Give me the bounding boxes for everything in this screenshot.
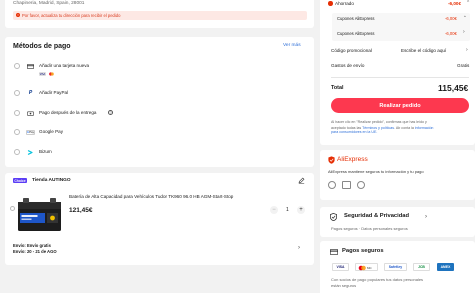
promo-input[interactable]: Escribe el código aquí bbox=[401, 48, 446, 54]
visa-logo: VISA bbox=[39, 72, 46, 76]
total-value: 115,45€ bbox=[438, 83, 469, 93]
jcb-logo: JCB bbox=[413, 263, 430, 271]
shipping-dates: Envío: 20 - 21 de AGO bbox=[13, 249, 57, 254]
place-order-button[interactable]: Realizar pedido bbox=[331, 98, 469, 113]
secure-payments-desc-1: Con socios de pago populares tus datos p… bbox=[331, 277, 424, 282]
visa-logo: VISA bbox=[332, 263, 349, 271]
product-price: 121,45€ bbox=[69, 207, 93, 214]
product-checkbox[interactable] bbox=[10, 206, 15, 211]
pci-badge-icon bbox=[342, 181, 351, 189]
radio-google-pay[interactable] bbox=[14, 129, 20, 135]
shield-icon bbox=[330, 213, 337, 222]
product-image[interactable] bbox=[17, 195, 62, 233]
choice-badge: Choice bbox=[13, 178, 27, 183]
savings-icon bbox=[328, 1, 333, 6]
radio-paypal[interactable] bbox=[14, 90, 20, 96]
terms-text: . Ab conta la bbox=[394, 126, 414, 130]
chevron-up-icon[interactable]: ⌃ bbox=[463, 15, 467, 21]
amex-logo: AMEX bbox=[437, 263, 454, 271]
info-link[interactable]: información bbox=[415, 126, 434, 130]
order-summary-card: Ahorrado -6,00€ ⌃ Cupones AliExpress -6,… bbox=[320, 0, 475, 145]
payment-method-bizum[interactable]: Bizum bbox=[5, 147, 314, 157]
address-card: Chapineria, Madrid, Spain, 28001 ! Por f… bbox=[5, 0, 314, 28]
payment-method-card[interactable]: Añadir una tarjeta nueva VISA bbox=[5, 61, 314, 79]
shipping-cost-row: Gastos de envío Gratis bbox=[320, 62, 475, 71]
place-order-label: Realizar pedido bbox=[379, 102, 421, 109]
radio-pay-later[interactable] bbox=[14, 110, 20, 116]
google-pay-icon: G Pay bbox=[26, 129, 35, 135]
mastercard-logo: MC bbox=[355, 263, 378, 271]
payment-method-google-pay[interactable]: G Pay Google Pay bbox=[5, 127, 314, 137]
payment-method-label: Añadir una tarjeta nueva bbox=[39, 63, 90, 68]
secure-payments-title: Pagos seguros bbox=[342, 248, 384, 254]
quantity-stepper: − 1 + bbox=[270, 206, 306, 215]
consumer-info-link[interactable]: para consumidores en la UE. bbox=[331, 130, 377, 135]
credit-card-icon bbox=[27, 63, 34, 69]
credit-card-icon bbox=[330, 249, 339, 256]
secure-payments-card: Pagos seguros VISA MC SafeKey JCB AMEX C… bbox=[320, 241, 475, 293]
savings-row[interactable]: Ahorrado -6,00€ ⌃ bbox=[320, 0, 475, 8]
quantity-value[interactable]: 1 bbox=[286, 207, 289, 213]
payment-methods-title: Métodos de pago bbox=[13, 43, 71, 50]
address-line: Chapineria, Madrid, Spain, 28001 bbox=[13, 1, 85, 6]
chevron-right-icon[interactable]: › bbox=[425, 214, 427, 220]
aliexpress-logo: AliExpress bbox=[337, 156, 368, 163]
payment-method-label: Google Pay bbox=[39, 129, 64, 134]
chevron-up-icon[interactable]: ⌃ bbox=[466, 0, 470, 6]
bizum-icon bbox=[27, 149, 34, 155]
shipping-free: Envío: Envío gratis bbox=[13, 243, 51, 248]
total-label: Total bbox=[331, 85, 344, 91]
payment-method-paypal[interactable]: P Añadir PayPal bbox=[5, 88, 314, 98]
store-name[interactable]: Tienda AUTINGO bbox=[32, 178, 71, 184]
divider bbox=[331, 77, 469, 78]
store-card: Choice Tienda AUTINGO Batería de Alta Ca… bbox=[5, 173, 314, 265]
coupon-label: Cupones AliExpress bbox=[337, 31, 375, 36]
payment-method-label: Añadir PayPal bbox=[39, 90, 69, 95]
shipping-cost-label: Gastos de envío bbox=[331, 63, 365, 68]
mastercard-text: MC bbox=[367, 266, 372, 271]
terms-line-1: Al hacer clic en "Realizar pedido", conf… bbox=[331, 120, 427, 124]
payment-method-label: Pago después de la entrega bbox=[39, 110, 97, 115]
aliexpress-shield-icon bbox=[328, 156, 335, 164]
warning-icon: ! bbox=[16, 13, 20, 18]
payment-methods-card: Métodos de pago Ver más Añadir una tarje… bbox=[5, 37, 314, 167]
radio-bizum[interactable] bbox=[14, 149, 20, 155]
shipping-cost-value: Gratis bbox=[457, 63, 470, 68]
payment-protection-icon bbox=[328, 181, 336, 189]
product-title[interactable]: Batería de Alta Capacidad para Vehículos… bbox=[69, 194, 233, 200]
promo-code-row[interactable]: Código promocional Escribe el código aqu… bbox=[320, 47, 475, 56]
pay-later-icon bbox=[27, 111, 34, 116]
address-warning[interactable]: ! Por favor, actualiza tu dirección para… bbox=[13, 11, 307, 20]
paypal-icon: P bbox=[28, 90, 33, 96]
mastercard-logo bbox=[48, 72, 55, 76]
increase-button[interactable]: + bbox=[297, 206, 305, 214]
trust-card: AliExpress AliExpress mantiene seguros t… bbox=[320, 150, 475, 200]
security-subtitle: Pagos seguros · Datos personales seguros bbox=[331, 226, 408, 231]
security-card[interactable]: Seguridad & Privacidad › Pagos seguros ·… bbox=[320, 207, 475, 237]
coupon-value: -6,00€ bbox=[445, 16, 457, 21]
savings-value: -6,00€ bbox=[448, 0, 462, 6]
payment-method-label: Bizum bbox=[39, 149, 52, 154]
radio-card[interactable] bbox=[14, 63, 20, 69]
global-sign-icon bbox=[357, 181, 365, 189]
chevron-right-icon[interactable]: › bbox=[298, 245, 300, 251]
see-more-link[interactable]: Ver más bbox=[283, 43, 301, 49]
trust-tagline: AliExpress mantiene seguros tu informaci… bbox=[328, 169, 424, 174]
edit-icon[interactable] bbox=[298, 177, 305, 184]
safekey-logo: SafeKey bbox=[384, 263, 407, 271]
secure-payments-desc-2: están seguros bbox=[331, 282, 357, 288]
coupon-box: Cupones AliExpress -6,00€ ⌃ Cupones AliE… bbox=[332, 13, 470, 41]
info-icon[interactable]: ? bbox=[108, 110, 113, 116]
chevron-right-icon[interactable]: › bbox=[463, 30, 465, 35]
chevron-right-icon[interactable]: › bbox=[466, 48, 468, 53]
savings-label: Ahorrado bbox=[335, 0, 354, 6]
coupon-label: Cupones AliExpress bbox=[337, 16, 375, 21]
address-warning-text: Por favor, actualiza tu dirección para r… bbox=[22, 12, 121, 18]
coupon-value: -6,00€ bbox=[445, 31, 457, 36]
decrease-button[interactable]: − bbox=[270, 206, 278, 214]
payment-method-pay-later[interactable]: Pago después de la entrega ? bbox=[5, 108, 314, 118]
security-title: Seguridad & Privacidad bbox=[344, 213, 410, 219]
promo-label: Código promocional bbox=[331, 48, 372, 53]
